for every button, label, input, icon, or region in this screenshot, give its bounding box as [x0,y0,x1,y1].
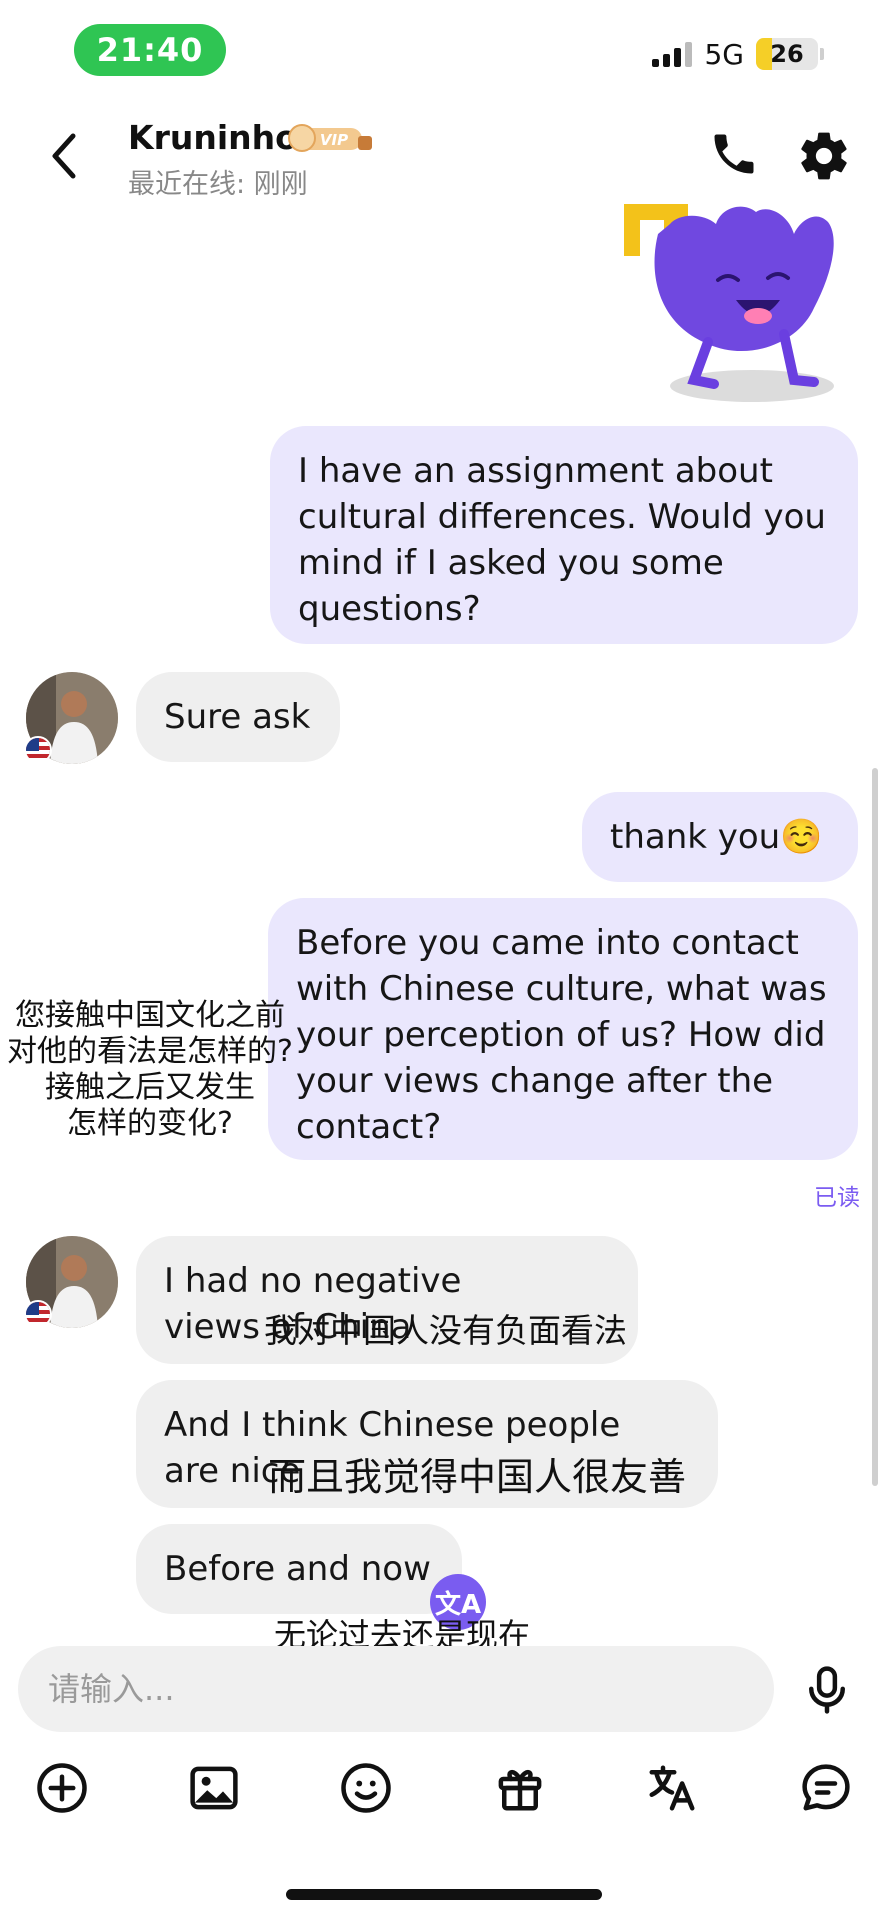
message-bubble-received[interactable]: Before and now [136,1524,462,1614]
battery-level: 26 [770,40,804,68]
vip-badge: VIP [288,120,374,156]
translate-mode-button[interactable] [642,1758,702,1818]
quick-reply-button[interactable] [796,1758,856,1818]
scrollbar[interactable] [872,768,878,1486]
message-text: Sure ask [164,697,311,737]
translate-icon [649,1765,695,1811]
message-text: Before and now [164,1549,431,1589]
translation-line: 对他的看法是怎样的? [7,1034,293,1069]
read-receipt: 已读 [814,1185,860,1211]
translation-overlay: 您接触中国文化之前 对他的看法是怎样的? 接触之后又发生 怎样的变化? [0,998,300,1142]
chevron-left-icon [52,133,76,179]
message-text: I have an assignment about cultural diff… [298,451,826,629]
translation-line: 接触之后又发生 [45,1070,255,1105]
back-button[interactable] [42,128,86,184]
gift-button[interactable] [490,1758,550,1818]
mascot-sticker[interactable] [618,204,854,406]
message-bubble-sent[interactable]: Before you came into contact with Chines… [268,898,858,1160]
message-bubble-sent[interactable]: thank you☺️ [582,792,858,882]
call-button[interactable] [708,128,760,180]
emoji-icon [341,1763,391,1813]
status-icons: 5G 26 [652,34,824,74]
status-time: 21:40 [74,24,226,76]
voice-button[interactable] [800,1662,854,1718]
phone-icon [714,134,754,174]
message-bubble-sent[interactable]: I have an assignment about cultural diff… [270,426,858,644]
contact-name[interactable]: Kruninho [128,118,298,157]
message-input-container [18,1646,774,1732]
home-indicator [286,1889,602,1900]
last-seen-status: 最近在线: 刚刚 [128,169,308,200]
quick-reply-icon [802,1764,850,1811]
translation-overlay: 而且我觉得中国人很友善 [268,1455,687,1499]
translation-line: 您接触中国文化之前 [15,998,285,1033]
message-text: Before you came into contact with Chines… [296,923,827,1147]
settings-button[interactable] [796,128,852,184]
gear-icon [801,132,847,180]
vip-label: VIP [320,131,348,149]
image-icon [190,1766,238,1810]
add-button[interactable] [32,1758,92,1818]
plus-icon [37,1763,87,1813]
translation-line: 怎样的变化? [67,1106,233,1141]
emoji-button[interactable] [336,1758,396,1818]
smiling-emoji-icon: ☺️ [780,817,823,857]
battery-tip [820,48,824,60]
message-input[interactable] [18,1646,774,1732]
microphone-icon [809,1666,845,1714]
us-flag-icon [24,736,52,764]
image-button[interactable] [184,1758,244,1818]
battery-icon: 26 [756,38,818,70]
message-text: thank you [610,817,781,857]
signal-icon [652,41,693,67]
gift-icon [498,1770,542,1811]
message-bubble-received[interactable]: Sure ask [136,672,340,762]
network-label: 5G [704,37,744,71]
us-flag-icon [24,1300,52,1328]
translation-overlay: 我对中国人没有负面看法 [264,1311,627,1350]
